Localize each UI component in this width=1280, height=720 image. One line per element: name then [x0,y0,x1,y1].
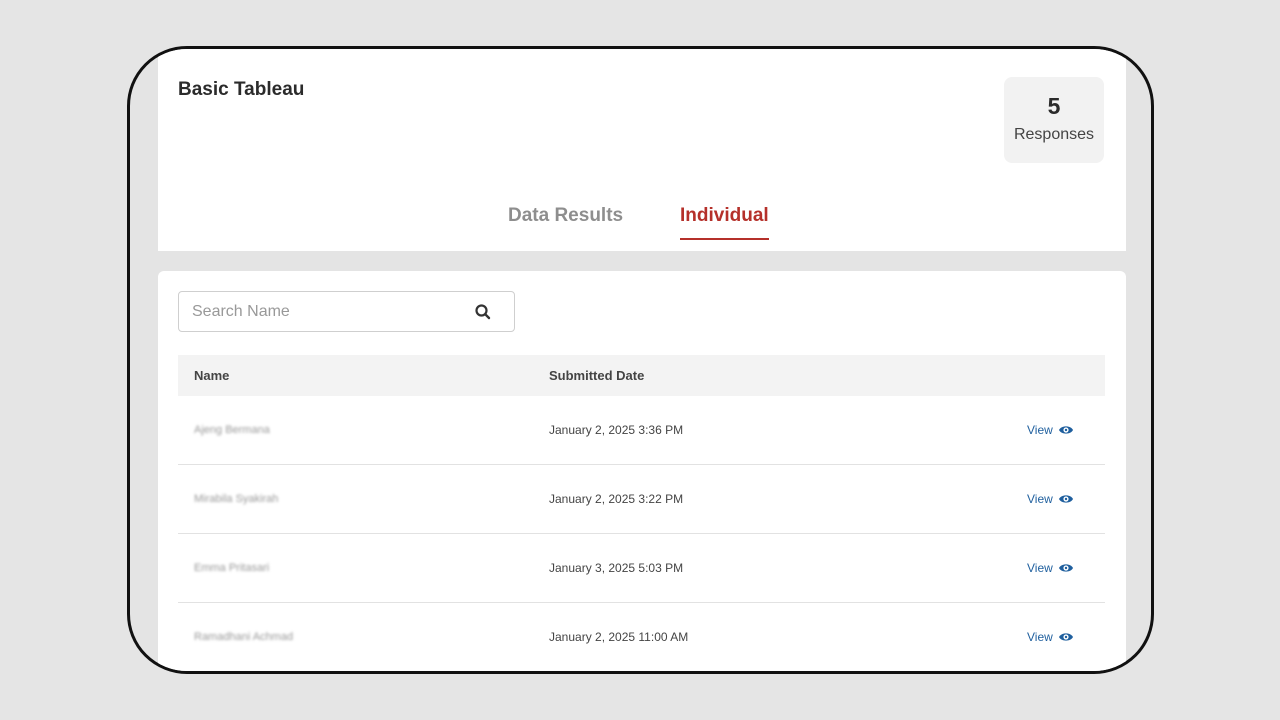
view-button[interactable]: View [1027,423,1074,437]
responses-counter: 5 Responses [1004,77,1104,163]
view-button[interactable]: View [1027,630,1074,644]
view-button[interactable]: View [1027,492,1074,506]
eye-icon [1058,426,1073,434]
submitted-date: January 2, 2025 3:36 PM [549,423,684,437]
table-header: Name Submitted Date [178,355,1105,396]
search-icon[interactable] [473,302,493,322]
table-body: Ajeng Bermana January 2, 2025 3:36 PM Vi… [178,396,1105,671]
tab-bar: Data Results Individual [158,205,1126,251]
device-frame: Basic Tableau 5 Responses Data Results I… [127,46,1154,674]
search-input[interactable] [179,292,459,331]
column-header-submitted-date: Submitted Date [549,368,645,383]
column-header-name: Name [194,368,230,383]
table-row: Ajeng Bermana January 2, 2025 3:36 PM Vi… [178,396,1105,465]
responses-table: Name Submitted Date Ajeng Bermana Januar… [178,355,1105,671]
eye-icon [1058,564,1073,572]
submitted-date: January 2, 2025 3:22 PM [549,492,684,506]
view-label: View [1027,630,1053,644]
view-button[interactable]: View [1027,561,1074,575]
individual-responses-panel: Name Submitted Date Ajeng Bermana Januar… [158,271,1126,671]
table-row: Ramadhani Achmad January 2, 2025 11:00 A… [178,603,1105,671]
respondent-name: Emma Pritasari [194,562,270,574]
view-label: View [1027,423,1053,437]
page-title: Basic Tableau [178,79,305,100]
search-box [178,291,515,332]
respondent-name: Ramadhani Achmad [194,631,294,643]
tab-individual[interactable]: Individual [680,205,769,240]
tab-data-results[interactable]: Data Results [508,205,623,237]
submitted-date: January 3, 2025 5:03 PM [549,561,684,575]
table-row: Mirabila Syakirah January 2, 2025 3:22 P… [178,465,1105,534]
responses-count: 5 [1047,93,1061,119]
respondent-name: Mirabila Syakirah [194,493,279,505]
survey-header: Basic Tableau 5 Responses Data Results I… [158,49,1126,251]
eye-icon [1058,633,1073,641]
table-row: Emma Pritasari January 3, 2025 5:03 PM V… [178,534,1105,603]
view-label: View [1027,561,1053,575]
view-label: View [1027,492,1053,506]
submitted-date: January 2, 2025 11:00 AM [549,630,689,644]
respondent-name: Ajeng Bermana [194,424,270,436]
eye-icon [1058,495,1073,503]
responses-label: Responses [1013,126,1095,143]
